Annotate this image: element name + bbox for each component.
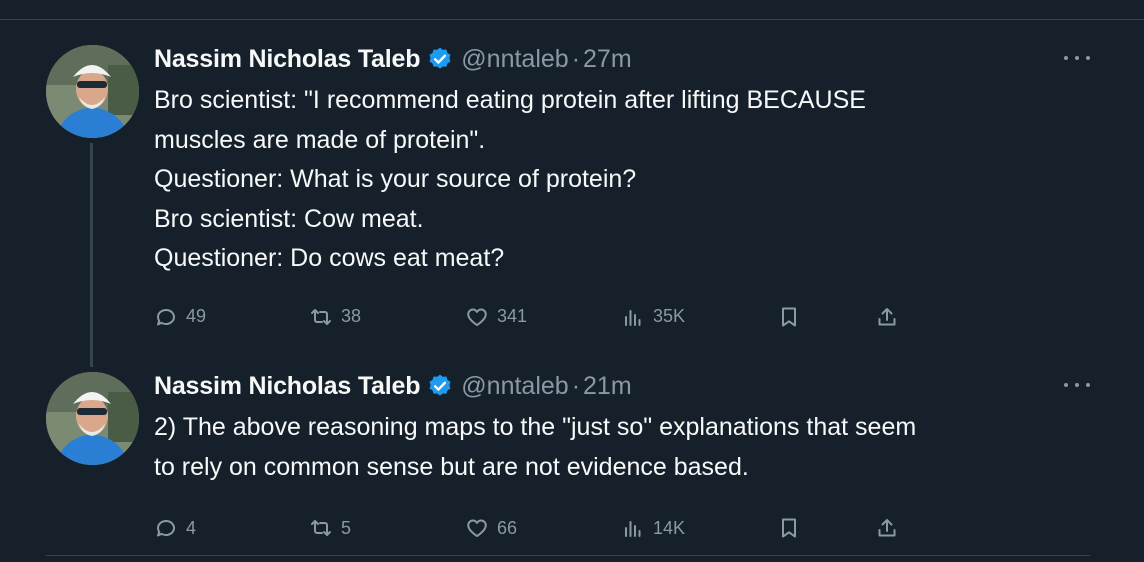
like-icon — [467, 519, 487, 537]
bookmark-button[interactable] — [777, 305, 801, 329]
more-icon[interactable] — [1064, 375, 1090, 395]
reply-count: 49 — [186, 306, 207, 326]
like-button[interactable]: 341 — [465, 305, 527, 329]
avatar[interactable] — [46, 45, 139, 138]
tweet-text-line: muscles are made of protein". — [154, 125, 486, 154]
timestamp[interactable]: 27m — [583, 45, 632, 74]
reply-icon — [157, 520, 175, 537]
like-icon — [467, 308, 487, 326]
reply-count: 4 — [186, 517, 197, 538]
thread-connector-line — [90, 143, 93, 367]
retweet-icon — [311, 520, 331, 536]
tweet-text-line: Bro scientist: "I recommend eating prote… — [154, 86, 866, 114]
retweet-count: 38 — [341, 306, 362, 326]
views-button[interactable]: 35K — [621, 305, 685, 329]
share-icon — [878, 307, 896, 325]
like-count: 341 — [497, 306, 528, 326]
retweet-button[interactable]: 5 — [309, 516, 351, 540]
tweet-text: Bro scientist: "I recommend eating prote… — [154, 81, 1090, 279]
reply-icon — [157, 308, 175, 325]
bookmark-button[interactable] — [777, 516, 801, 540]
tweet-text-line: Questioner: Do cows eat meat? — [154, 244, 505, 272]
user-handle[interactable]: @nntaleb — [461, 372, 568, 401]
views-icon — [625, 309, 641, 326]
retweet-button[interactable]: 38 — [309, 305, 361, 329]
avatar[interactable] — [46, 372, 139, 465]
verified-icon[interactable] — [427, 373, 453, 399]
tweet-text-line: to rely on common sense but are not evid… — [154, 452, 749, 481]
tweet-text-line: Questioner: What is your source of prote… — [154, 165, 637, 193]
share-button[interactable] — [875, 516, 899, 540]
top-divider — [0, 19, 1144, 20]
reply-button[interactable]: 49 — [154, 305, 206, 329]
display-name[interactable]: Nassim Nicholas Taleb — [154, 45, 420, 74]
share-button[interactable] — [875, 305, 899, 329]
action-bar: 4 5 66 14K — [154, 516, 1090, 542]
retweet-count: 5 — [341, 517, 352, 538]
separator-dot: · — [571, 371, 581, 400]
user-handle[interactable]: @nntaleb — [461, 45, 568, 74]
like-button[interactable]: 66 — [465, 516, 517, 540]
views-count: 35K — [653, 306, 686, 326]
bottom-divider — [46, 555, 1090, 556]
views-count: 14K — [653, 517, 686, 538]
more-icon[interactable] — [1064, 48, 1090, 68]
like-count: 66 — [497, 517, 518, 538]
tweet-text-line: 2) The above reasoning maps to the "just… — [154, 413, 917, 441]
verified-icon[interactable] — [427, 46, 453, 72]
share-icon — [878, 519, 896, 537]
separator-dot: · — [571, 44, 581, 73]
bookmark-icon — [782, 518, 796, 538]
timestamp[interactable]: 21m — [583, 372, 632, 401]
reply-button[interactable]: 4 — [154, 516, 196, 540]
bookmark-icon — [782, 307, 796, 326]
views-button[interactable]: 14K — [621, 516, 685, 540]
action-bar: 49 38 341 35K — [154, 305, 1090, 331]
retweet-icon — [311, 308, 331, 325]
views-icon — [625, 521, 641, 537]
display-name[interactable]: Nassim Nicholas Taleb — [154, 372, 420, 401]
tweet-text-line: Bro scientist: Cow meat. — [154, 204, 424, 233]
tweet-text: 2) The above reasoning maps to the "just… — [154, 408, 1090, 487]
